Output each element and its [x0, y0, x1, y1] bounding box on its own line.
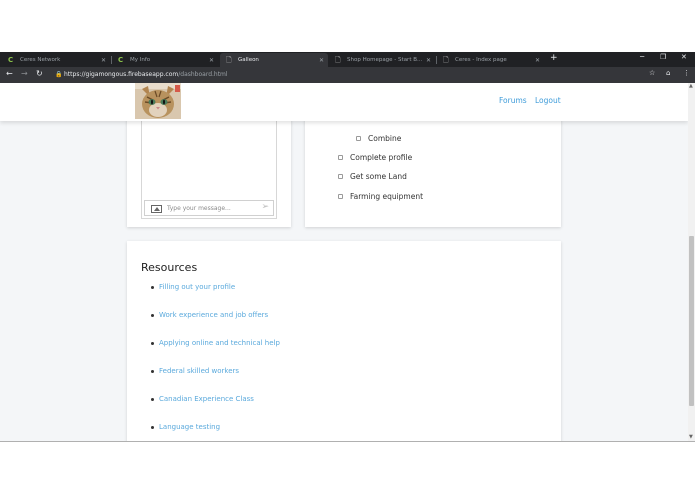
- close-icon[interactable]: ✕: [535, 57, 540, 64]
- tab-ceres-network[interactable]: C Ceres Network ✕: [2, 53, 110, 67]
- task-checkbox[interactable]: [338, 174, 343, 179]
- resources-card: Resources Filling out your profile Work …: [127, 241, 561, 441]
- chat-card: ➢: [127, 103, 291, 227]
- minimize-icon[interactable]: ─: [640, 54, 644, 61]
- forward-icon[interactable]: →: [21, 70, 28, 78]
- tab-label: Galleon: [238, 57, 259, 63]
- browser-chrome: C Ceres Network ✕ C My Info ✕ 🗋 Galleon …: [0, 52, 695, 83]
- extension-icon[interactable]: ⌂: [666, 70, 670, 77]
- close-icon[interactable]: ✕: [319, 57, 324, 64]
- tab-ceres-index[interactable]: 🗋 Ceres - Index page ✕: [437, 53, 544, 67]
- scroll-down-arrow-icon[interactable]: ▼: [689, 435, 693, 440]
- tab-strip: C Ceres Network ✕ C My Info ✕ 🗋 Galleon …: [0, 52, 695, 67]
- tab-my-info[interactable]: C My Info ✕: [112, 53, 218, 67]
- page-viewport: Forums Logout ➢ Combine Complete profile: [0, 83, 688, 441]
- tasks-card: Combine Complete profile Get some Land F…: [305, 103, 561, 227]
- screen: C Ceres Network ✕ C My Info ✕ 🗋 Galleon …: [0, 0, 695, 494]
- new-tab-icon[interactable]: +: [550, 54, 558, 63]
- bullet: [151, 313, 154, 317]
- tab-label: Shop Homepage - Start Bootstr...: [347, 57, 423, 63]
- menu-kebab-icon[interactable]: ⋮: [683, 70, 690, 77]
- resource-link-label[interactable]: Canadian Experience Class: [159, 395, 254, 403]
- scroll-up-arrow-icon[interactable]: ▲: [689, 84, 693, 89]
- address-bar[interactable]: https://gigamongous.firebaseapp.com/dash…: [64, 71, 228, 78]
- task-item[interactable]: Combine: [356, 134, 401, 143]
- ceres-logo-icon: C: [8, 55, 14, 64]
- tab-label: My Info: [130, 57, 151, 63]
- send-icon[interactable]: ➢: [261, 203, 269, 212]
- resource-link[interactable]: Canadian Experience Class: [151, 395, 254, 403]
- image-upload-icon[interactable]: [151, 205, 162, 213]
- resource-link-label[interactable]: Filling out your profile: [159, 283, 235, 291]
- resource-link-label[interactable]: Federal skilled workers: [159, 367, 239, 375]
- task-checkbox[interactable]: [338, 194, 343, 199]
- resources-heading: Resources: [141, 261, 198, 274]
- resource-link-label[interactable]: Applying online and technical help: [159, 339, 280, 347]
- resource-link[interactable]: Language testing: [151, 423, 220, 431]
- task-label: Get some Land: [350, 172, 407, 181]
- resource-link[interactable]: Federal skilled workers: [151, 367, 239, 375]
- bullet: [151, 369, 154, 373]
- url-path: /dashboard.html: [178, 71, 228, 78]
- task-checkbox[interactable]: [338, 155, 343, 160]
- back-icon[interactable]: ←: [6, 70, 13, 78]
- tab-shop-homepage[interactable]: 🗋 Shop Homepage - Start Bootstr... ✕: [329, 53, 435, 67]
- task-label: Combine: [368, 134, 402, 143]
- chat-message-input[interactable]: [167, 203, 257, 214]
- bullet: [151, 397, 154, 401]
- bottom-divider: [0, 441, 695, 442]
- page-icon: 🗋: [335, 55, 341, 64]
- task-label: Farming equipment: [350, 192, 424, 201]
- scrollbar-thumb[interactable]: [689, 236, 694, 406]
- task-item[interactable]: Get some Land: [338, 172, 407, 181]
- task-checkbox[interactable]: [356, 136, 361, 141]
- resource-link[interactable]: Work experience and job offers: [151, 311, 268, 319]
- page-scrollbar[interactable]: ▲ ▼: [688, 83, 695, 441]
- ceres-logo-icon: C: [118, 55, 124, 64]
- resource-link-label[interactable]: Work experience and job offers: [159, 311, 268, 319]
- resource-link[interactable]: Applying online and technical help: [151, 339, 280, 347]
- task-item[interactable]: Complete profile: [338, 153, 412, 162]
- bullet: [151, 425, 154, 429]
- window-close-icon[interactable]: ✕: [681, 54, 687, 61]
- url-host: https://gigamongous.firebaseapp.com: [64, 71, 179, 78]
- bookmark-star-icon[interactable]: ☆: [649, 70, 655, 77]
- bullet: [151, 285, 154, 289]
- tab-galleon[interactable]: 🗋 Galleon ✕: [220, 53, 328, 67]
- chat-input-row: ➢: [144, 200, 274, 216]
- close-icon[interactable]: ✕: [101, 57, 106, 64]
- site-navbar: Forums Logout: [0, 83, 688, 121]
- task-label: Complete profile: [350, 153, 413, 162]
- close-icon[interactable]: ✕: [209, 57, 214, 64]
- reload-icon[interactable]: ↻: [36, 70, 43, 78]
- browser-toolbar: ← → ↻ 🔒 https://gigamongous.firebaseapp.…: [0, 67, 695, 83]
- lock-icon: 🔒: [55, 71, 63, 78]
- restore-icon[interactable]: ❐: [660, 54, 666, 61]
- logout-link[interactable]: Logout: [535, 96, 561, 105]
- page-icon: 🗋: [443, 55, 449, 64]
- cat-avatar-image: [135, 83, 181, 119]
- task-item[interactable]: Farming equipment: [338, 192, 423, 201]
- resource-link-label[interactable]: Language testing: [159, 423, 220, 431]
- page-icon: 🗋: [226, 55, 232, 64]
- resource-link[interactable]: Filling out your profile: [151, 283, 235, 291]
- forums-link[interactable]: Forums: [499, 96, 527, 105]
- tab-label: Ceres - Index page: [455, 57, 507, 63]
- tab-label: Ceres Network: [20, 57, 61, 63]
- bullet: [151, 341, 154, 345]
- close-icon[interactable]: ✕: [426, 57, 431, 64]
